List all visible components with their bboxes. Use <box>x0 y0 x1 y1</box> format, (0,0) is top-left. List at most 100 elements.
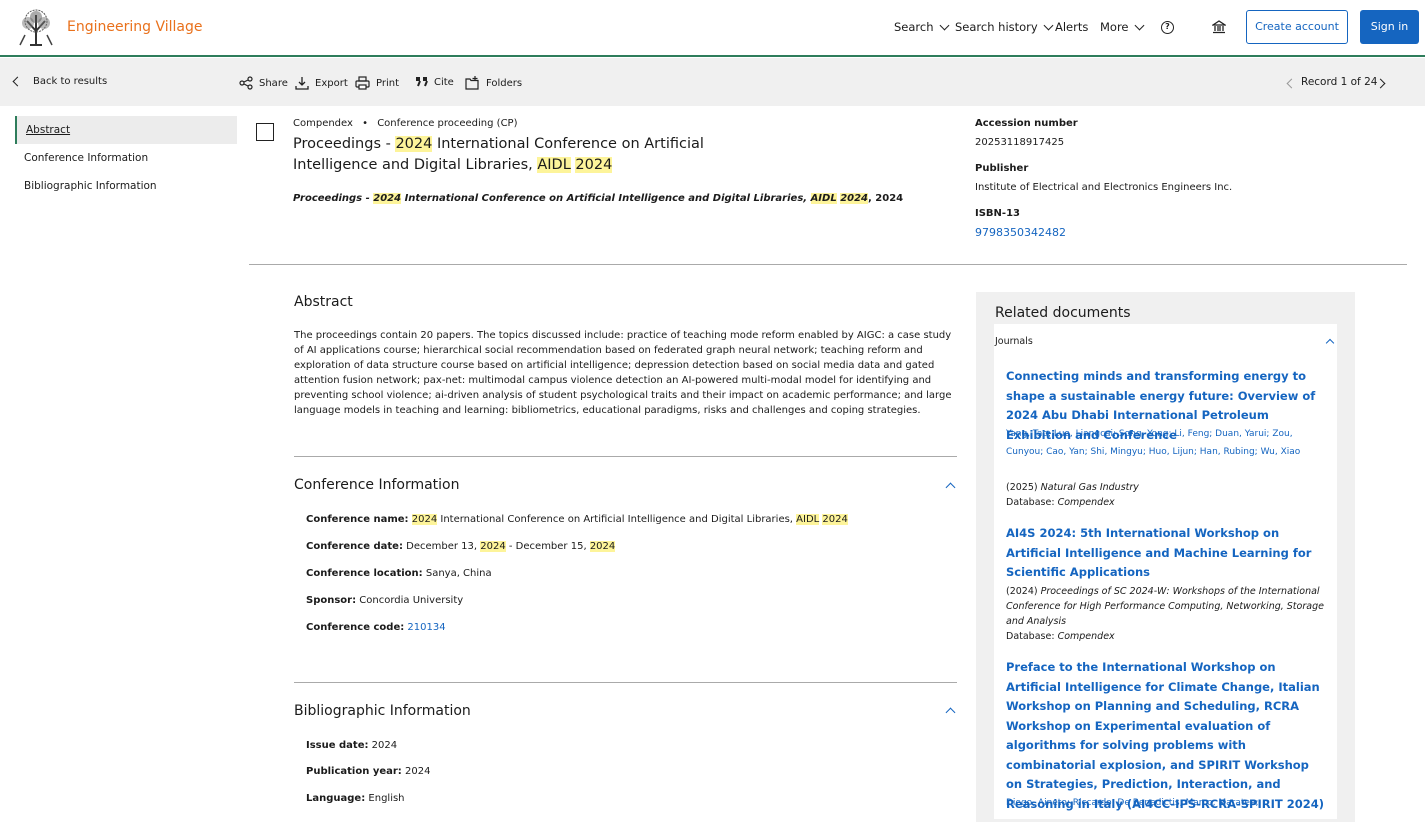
nav-search[interactable]: Search <box>894 20 949 34</box>
conference-location-row: Conference location: Sanya, China <box>306 568 492 579</box>
chevron-left-icon <box>12 76 23 87</box>
field-label: Sponsor: <box>306 595 357 606</box>
conference-date-row: Conference date: December 13, 2024 - Dec… <box>306 541 616 552</box>
conference-heading[interactable]: Conference Information <box>294 477 460 493</box>
chevron-down-icon <box>939 20 949 30</box>
source-highlight: 2024 <box>840 193 869 204</box>
field-highlight: AIDL <box>796 514 820 525</box>
collapse-chevron-icon[interactable] <box>945 707 956 718</box>
publisher-label-text: Publisher <box>975 163 1029 174</box>
nav-alerts[interactable]: Alerts <box>1055 20 1088 34</box>
meta-separator: • <box>362 118 369 129</box>
record-toolbar: Back to results Share Export Print Cite … <box>0 58 1425 106</box>
conference-code-link[interactable]: 210134 <box>407 622 445 633</box>
share-button[interactable]: Share <box>239 76 288 90</box>
publication-year-row: Publication year: 2024 <box>306 766 430 777</box>
publisher-label: Publisher <box>975 163 1028 174</box>
folders-label: Folders <box>486 77 523 89</box>
nav-more[interactable]: More <box>1100 20 1144 34</box>
related-doc-source: (2025) Natural Gas Industry <box>1006 480 1328 495</box>
related-year: (2024) <box>1006 586 1041 597</box>
nav-more-label: More <box>1100 20 1129 34</box>
institution-icon[interactable] <box>1212 20 1226 34</box>
field-value: Sanya, China <box>425 568 492 579</box>
field-value: English <box>368 793 405 804</box>
related-doc-title[interactable]: Preface to the International Workshop on… <box>1006 658 1328 814</box>
accession-label-text: Accession number <box>975 118 1078 129</box>
field-highlight: 2024 <box>822 514 848 525</box>
chevron-down-icon <box>1043 20 1054 30</box>
section-navigation: Abstract Conference Information Bibliogr… <box>15 116 237 200</box>
back-label: Back to results <box>33 76 108 87</box>
related-doc-title[interactable]: AI4S 2024: 5th International Workshop on… <box>1006 524 1328 583</box>
source-part: International Conference on Artificial I… <box>401 193 811 204</box>
field-highlight: 2024 <box>480 541 506 552</box>
journals-group-label[interactable]: Journals <box>995 336 1033 347</box>
brand-name[interactable]: Engineering Village <box>67 19 202 35</box>
field-value: December 13, <box>406 541 481 552</box>
field-highlight: 2024 <box>589 541 616 552</box>
accession-label: Accession number <box>975 118 1078 129</box>
field-value: Concordia University <box>359 595 464 606</box>
field-label: Publication year: <box>306 766 402 777</box>
field-label: Language: <box>306 793 366 804</box>
field-label: Conference name: <box>306 514 409 525</box>
export-label: Export <box>315 77 348 89</box>
bibliographic-heading[interactable]: Bibliographic Information <box>294 703 471 719</box>
title-highlight: AIDL <box>537 157 571 173</box>
related-journal: Natural Gas Industry <box>1040 482 1139 493</box>
folders-button[interactable]: Folders <box>465 76 522 90</box>
section-divider <box>294 456 957 457</box>
record-source: Proceedings - 2024 International Confere… <box>293 193 903 204</box>
language-row: Language: English <box>306 793 405 804</box>
related-doc-authors[interactable]: Yang, Tao; Luo, Liangcai; Song, Yong; Li… <box>1006 425 1328 461</box>
share-label: Share <box>259 77 288 89</box>
download-icon <box>295 77 309 90</box>
previous-record-icon[interactable] <box>1286 78 1297 89</box>
related-documents-heading: Related documents <box>995 305 1131 321</box>
sign-in-button[interactable]: Sign in <box>1360 10 1419 44</box>
field-value: 2024 <box>404 766 431 777</box>
create-account-button[interactable]: Create account <box>1246 10 1348 44</box>
chevron-down-icon <box>1134 20 1144 30</box>
isbn-link[interactable]: 9798350342482 <box>975 226 1066 239</box>
field-label: Issue date: <box>306 740 369 751</box>
sponsor-row: Sponsor: Concordia University <box>306 595 463 606</box>
quote-icon <box>416 77 428 87</box>
field-highlight: 2024 <box>411 514 438 525</box>
collapse-chevron-icon[interactable] <box>945 482 956 493</box>
help-icon[interactable]: ? <box>1161 21 1174 34</box>
source-highlight: AIDL <box>810 193 837 204</box>
related-doc-authors[interactable]: Diego, Aineto; Riccardo, De Benedictis; … <box>1006 794 1328 812</box>
record-title: Proceedings - 2024 International Confere… <box>293 134 713 176</box>
folder-add-icon <box>465 76 479 90</box>
nav-search-history[interactable]: Search history <box>955 20 1054 34</box>
abstract-text: The proceedings contain 20 papers. The t… <box>294 330 952 416</box>
title-highlight: 2024 <box>575 157 613 173</box>
conference-code-row: Conference code: 210134 <box>306 622 446 633</box>
nav-conference-information[interactable]: Conference Information <box>15 144 237 172</box>
related-database: Compendex <box>1057 631 1115 642</box>
cite-label: Cite <box>434 76 454 88</box>
nav-abstract[interactable]: Abstract <box>15 116 237 144</box>
back-to-results-link[interactable]: Back to results <box>12 76 108 87</box>
elsevier-tree-logo[interactable] <box>15 9 57 47</box>
print-label: Print <box>376 77 400 89</box>
header-divider <box>249 264 1407 265</box>
accession-value: 20253118917425 <box>975 137 1065 148</box>
field-value: 2024 <box>371 740 398 751</box>
select-record-checkbox[interactable] <box>256 123 274 141</box>
title-part: Proceedings - <box>293 136 396 152</box>
print-button[interactable]: Print <box>355 76 399 90</box>
share-icon <box>239 76 253 90</box>
database-name: Compendex <box>293 118 353 129</box>
cite-button[interactable]: Cite <box>415 76 454 88</box>
source-highlight: 2024 <box>373 193 402 204</box>
related-doc-source: (2024) Proceedings of SC 2024-W: Worksho… <box>1006 584 1328 629</box>
field-label: Conference location: <box>306 568 423 579</box>
printer-icon <box>355 76 370 90</box>
nav-bibliographic-information[interactable]: Bibliographic Information <box>15 172 237 200</box>
export-button[interactable]: Export <box>295 76 348 90</box>
field-label: Conference code: <box>306 622 405 633</box>
publisher-value: Institute of Electrical and Electronics … <box>975 182 1233 193</box>
